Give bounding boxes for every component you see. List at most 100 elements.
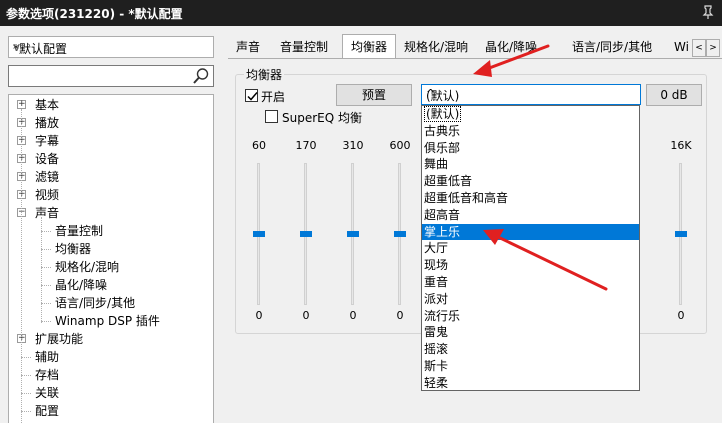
tree-item-label: 配置 bbox=[35, 404, 60, 418]
band-frequency-label: 16K bbox=[670, 139, 692, 152]
tree-item-label: 关联 bbox=[35, 386, 60, 400]
title-bar: 参数选项(231220) - *默认配置 bbox=[0, 0, 722, 26]
dropdown-option-label: 雷鬼 bbox=[424, 325, 449, 340]
dropdown-option[interactable]: 重音 bbox=[422, 274, 639, 291]
tree-guide-line bbox=[41, 217, 42, 323]
tree-guide-line bbox=[21, 109, 22, 423]
dropdown-option[interactable]: 超高音 bbox=[422, 207, 639, 224]
dropdown-option[interactable]: 现场 bbox=[422, 257, 639, 274]
tab[interactable]: 语言/同步/其他 bbox=[564, 36, 660, 58]
tab-scroll-left-button[interactable]: < bbox=[692, 39, 706, 57]
dropdown-option[interactable]: 雷鬼 bbox=[422, 324, 639, 341]
dropdown-option-label: 轻柔 bbox=[424, 375, 449, 390]
window-title: 参数选项(231220) - *默认配置 bbox=[6, 7, 183, 21]
tree-connector bbox=[21, 375, 31, 376]
dropdown-option[interactable]: 派对 bbox=[422, 291, 639, 308]
pin-icon[interactable] bbox=[702, 5, 714, 19]
tab[interactable]: 均衡器 bbox=[342, 34, 397, 59]
tree-connector bbox=[41, 267, 51, 268]
band-frequency-label: 310 bbox=[342, 139, 364, 152]
enable-checkbox[interactable] bbox=[245, 89, 258, 102]
tree-connector bbox=[21, 411, 31, 412]
dropdown-option-label: 舞曲 bbox=[424, 157, 449, 172]
preset-button[interactable]: 预置 bbox=[336, 84, 412, 106]
dropdown-option[interactable]: 俱乐部 bbox=[422, 140, 639, 157]
tree-item-label: 设备 bbox=[35, 152, 60, 166]
tree-item-label: 滤镜 bbox=[35, 170, 60, 184]
tree-connector bbox=[41, 321, 51, 322]
dropdown-option[interactable]: 掌上乐 bbox=[422, 223, 639, 241]
tree-item-label: 声音 bbox=[35, 206, 60, 220]
dropdown-option-label: 流行乐 bbox=[424, 308, 461, 323]
band-frequency-label: 600 bbox=[389, 139, 411, 152]
eq-preset-dropdown[interactable]: (默认) 古典乐 俱乐部舞曲 超重低音 超重低音和高音 超高音掌上乐大厅现场 重音 派对 流行乐… bbox=[421, 105, 640, 391]
band-gain-value: 0 bbox=[396, 309, 404, 322]
band-gain-value: 0 bbox=[302, 309, 310, 322]
tab[interactable]: 晶化/降噪 bbox=[477, 36, 545, 58]
band-slider-thumb[interactable] bbox=[675, 231, 687, 237]
tree-item-label: 音量控制 bbox=[55, 224, 104, 238]
band-gain-value: 0 bbox=[349, 309, 357, 322]
search-field[interactable] bbox=[8, 65, 214, 87]
settings-tree[interactable]: + 基本 + 播放 + 字幕 + 设备 + 滤镜 + 视频 − 声音 音量控制 均衡器 规格化/混响 晶化/降噪语… bbox=[8, 94, 214, 423]
expand-icon[interactable]: + bbox=[17, 100, 26, 109]
dropdown-option-label: 现场 bbox=[424, 258, 449, 273]
tree-item-label: 存档 bbox=[35, 368, 60, 382]
band-slider-thumb[interactable] bbox=[347, 231, 359, 237]
dropdown-option[interactable]: 斯卡 bbox=[422, 358, 639, 375]
band-slider-thumb[interactable] bbox=[394, 231, 406, 237]
tree-connector bbox=[41, 303, 51, 304]
tree-item-label: Winamp DSP 插件 bbox=[55, 314, 160, 328]
gain-button[interactable]: 0 dB bbox=[646, 84, 702, 106]
chevron-down-icon: v bbox=[13, 40, 21, 54]
dropdown-option-label: 超重低音和高音 bbox=[424, 191, 509, 205]
tab-scroll-buttons: < > bbox=[692, 39, 720, 57]
tab[interactable]: 音量控制 bbox=[272, 36, 336, 58]
dropdown-option[interactable]: 轻柔 bbox=[422, 375, 639, 390]
tree-item-label: 辅助 bbox=[35, 350, 60, 364]
tab[interactable]: 规格化/混响 bbox=[396, 36, 476, 58]
chevron-up-icon: ^ bbox=[426, 87, 436, 100]
dropdown-option[interactable]: 古典乐 bbox=[422, 123, 639, 140]
tree-item-label: 规格化/混响 bbox=[55, 260, 120, 274]
config-preset-select[interactable]: *默认配置 v bbox=[8, 36, 214, 58]
band-frequency-label: 170 bbox=[295, 139, 317, 152]
dropdown-option-label: 摇滚 bbox=[424, 342, 449, 357]
band-slider-thumb[interactable] bbox=[300, 231, 312, 237]
dropdown-option-label: 掌上乐 bbox=[424, 224, 461, 239]
tree-connector bbox=[41, 231, 51, 232]
tree-item-label: 基本 bbox=[35, 98, 60, 112]
equalizer-group-title: 均衡器 bbox=[244, 66, 285, 83]
checkmark-icon bbox=[247, 92, 258, 101]
band-gain-value: 0 bbox=[677, 309, 685, 322]
band-slider-thumb[interactable] bbox=[253, 231, 265, 237]
dropdown-option[interactable]: 超重低音 bbox=[422, 173, 639, 190]
dropdown-option[interactable]: 超重低音和高音 bbox=[422, 190, 639, 207]
tree-item-label: 均衡器 bbox=[55, 242, 92, 256]
tree-connector bbox=[21, 357, 31, 358]
band-gain-value: 0 bbox=[255, 309, 263, 322]
dropdown-option-label: 大厅 bbox=[424, 241, 449, 256]
tree-item-label: 播放 bbox=[35, 116, 60, 130]
tab-bar: 声音 音量控制 均衡器 规格化/混响 晶化/降噪 语言/同步/其他 Wi bbox=[228, 34, 722, 59]
tree-item-label: 字幕 bbox=[35, 134, 60, 148]
dropdown-option-label: 俱乐部 bbox=[424, 140, 461, 155]
superEQ-checkbox[interactable] bbox=[265, 110, 278, 123]
band-frequency-label: 60 bbox=[252, 139, 266, 152]
tree-connector bbox=[21, 393, 31, 394]
eq-preset-select[interactable]: (默认) ^ bbox=[421, 84, 641, 105]
tab-scroll-right-button[interactable]: > bbox=[706, 39, 720, 57]
tree-item-label: 扩展功能 bbox=[35, 332, 84, 346]
dropdown-option[interactable]: (默认) bbox=[422, 106, 639, 123]
dropdown-option-label: 斯卡 bbox=[424, 359, 449, 373]
dropdown-option[interactable]: 摇滚 bbox=[422, 341, 639, 358]
dropdown-option[interactable]: 舞曲 bbox=[422, 156, 639, 173]
dropdown-option[interactable]: 流行乐 bbox=[422, 308, 639, 325]
dropdown-option-label: 超高音 bbox=[424, 207, 461, 222]
search-icon[interactable] bbox=[192, 67, 210, 85]
tree-item-label: 语言/同步/其他 bbox=[55, 296, 136, 310]
search-input[interactable] bbox=[11, 68, 187, 84]
tree-item-label: 晶化/降噪 bbox=[55, 278, 108, 292]
dropdown-option[interactable]: 大厅 bbox=[422, 240, 639, 257]
tab[interactable]: 声音 bbox=[228, 36, 268, 58]
